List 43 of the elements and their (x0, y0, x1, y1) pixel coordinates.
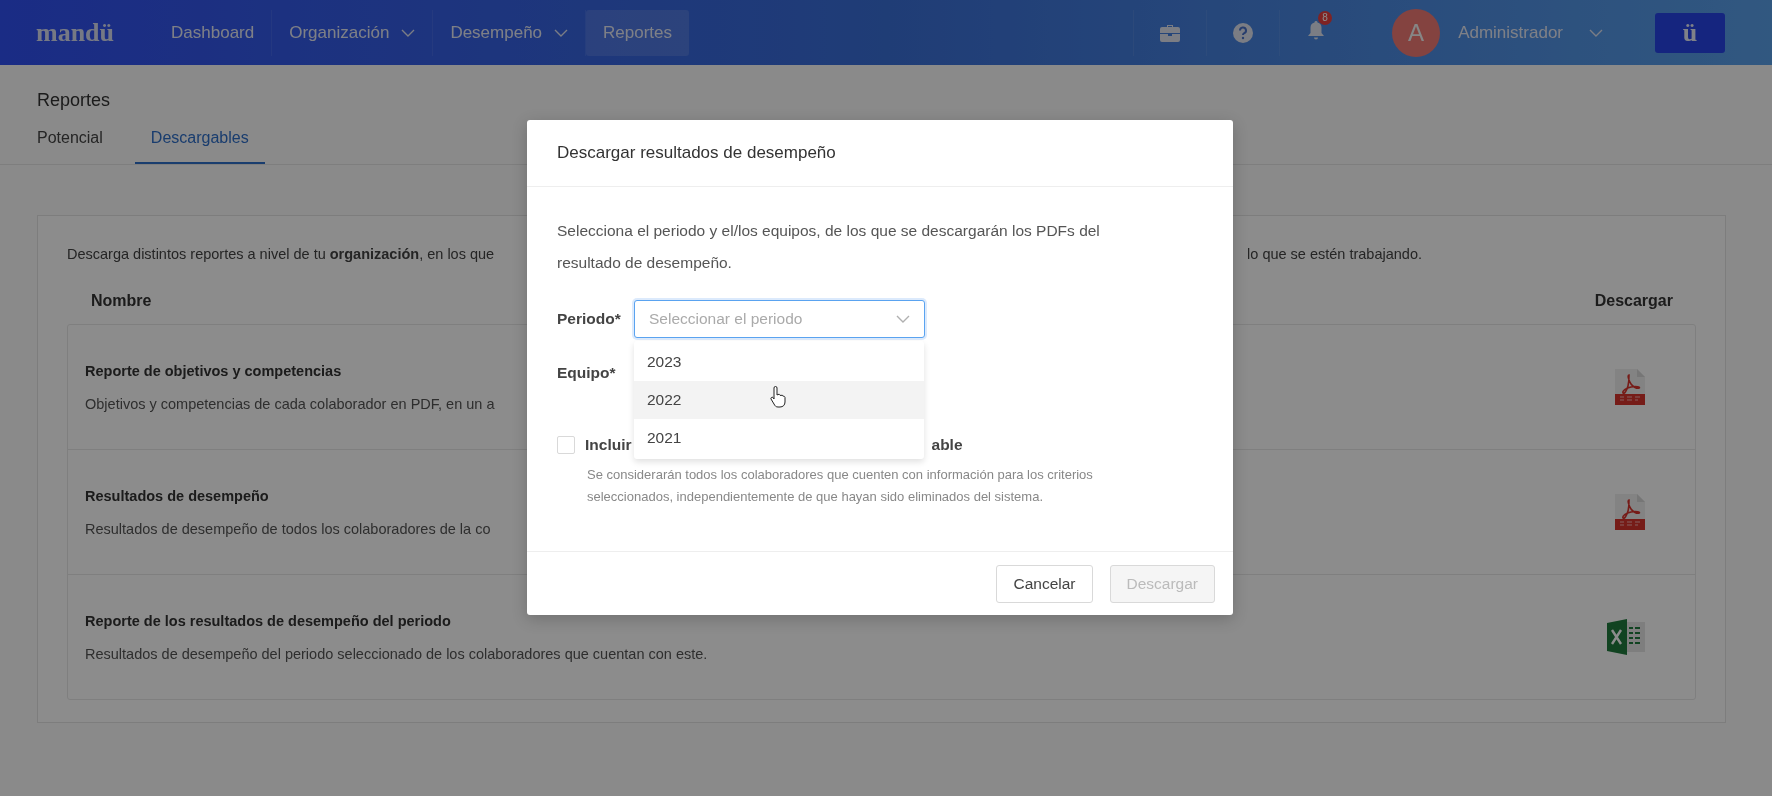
report-title: Resultados de desempeño (85, 487, 269, 504)
pdf-file-icon[interactable] (1615, 494, 1645, 530)
report-description: Objetivos y competencias de cada colaborador en PDF, en un a (85, 395, 495, 412)
report-title: Reporte de objetivos y competencias (85, 362, 342, 379)
briefcase-icon[interactable] (1160, 23, 1181, 42)
modal-description: Selecciona el periodo y el/los equipos, de los que se descargarán los PDFs del resultado de desempeño. (557, 221, 1101, 273)
checkbox-label[interactable]: Incluir (585, 436, 632, 454)
pointer-cursor-icon (770, 386, 786, 408)
dropdown-option[interactable]: 2021 (634, 419, 924, 457)
dropdown-option[interactable]: 2022 (634, 381, 924, 419)
page-title: Reportes (37, 89, 112, 112)
user-avatar[interactable]: A (1392, 8, 1441, 57)
period-select[interactable]: Seleccionar el periodo (634, 300, 925, 338)
user-name[interactable]: Administrador (1458, 22, 1563, 43)
help-icon[interactable] (1233, 22, 1254, 43)
intro-text: lo que se estén trabajando. (1247, 245, 1422, 264)
chevron-down-icon (1589, 28, 1603, 37)
report-title: Reporte de los resultados de desempeño del periodo (85, 612, 451, 629)
nav-item[interactable]: Desempeño (433, 9, 587, 56)
tab[interactable]: Potencial (37, 129, 119, 164)
report-description: Resultados de desempeño de todos los colaboradores de la co (85, 520, 491, 537)
checkbox-label[interactable]: able (931, 436, 963, 454)
nav-item[interactable]: Dashboard (154, 9, 273, 56)
nav-item[interactable]: Organización (272, 9, 434, 56)
logo[interactable]: mandü (36, 17, 115, 48)
checkbox[interactable] (557, 436, 575, 454)
help-text: Se considerarán todos los colaboradores que cuenten con información para los criterios seleccionados, independientemente de que hayan sido eliminados del sistema. (587, 466, 1094, 506)
pdf-file-icon[interactable] (1615, 369, 1645, 405)
dropdown-option[interactable]: 2023 (634, 343, 924, 381)
cancel-button[interactable]: Cancelar (996, 564, 1093, 603)
field-label: Equipo* (557, 364, 617, 382)
column-header: Descargar (1594, 292, 1673, 310)
tab[interactable]: Descargables (134, 129, 265, 164)
report-description: Resultados de desempeño del periodo seleccionado de los colaboradores que cuentan con este. (85, 645, 708, 662)
bell-icon[interactable] (1308, 21, 1325, 40)
intro-text: Descarga distintos reportes a nivel de tu organización, en los que (67, 245, 495, 264)
chevron-down-icon (896, 315, 910, 323)
excel-file-icon[interactable] (1607, 619, 1645, 655)
notification-badge: 8 (1318, 11, 1332, 25)
modal-title: Descargar resultados de desempeño (557, 143, 836, 163)
column-header: Nombre (91, 292, 152, 310)
brand-button[interactable]: ü (1655, 12, 1725, 53)
field-label: Periodo* (557, 310, 622, 328)
